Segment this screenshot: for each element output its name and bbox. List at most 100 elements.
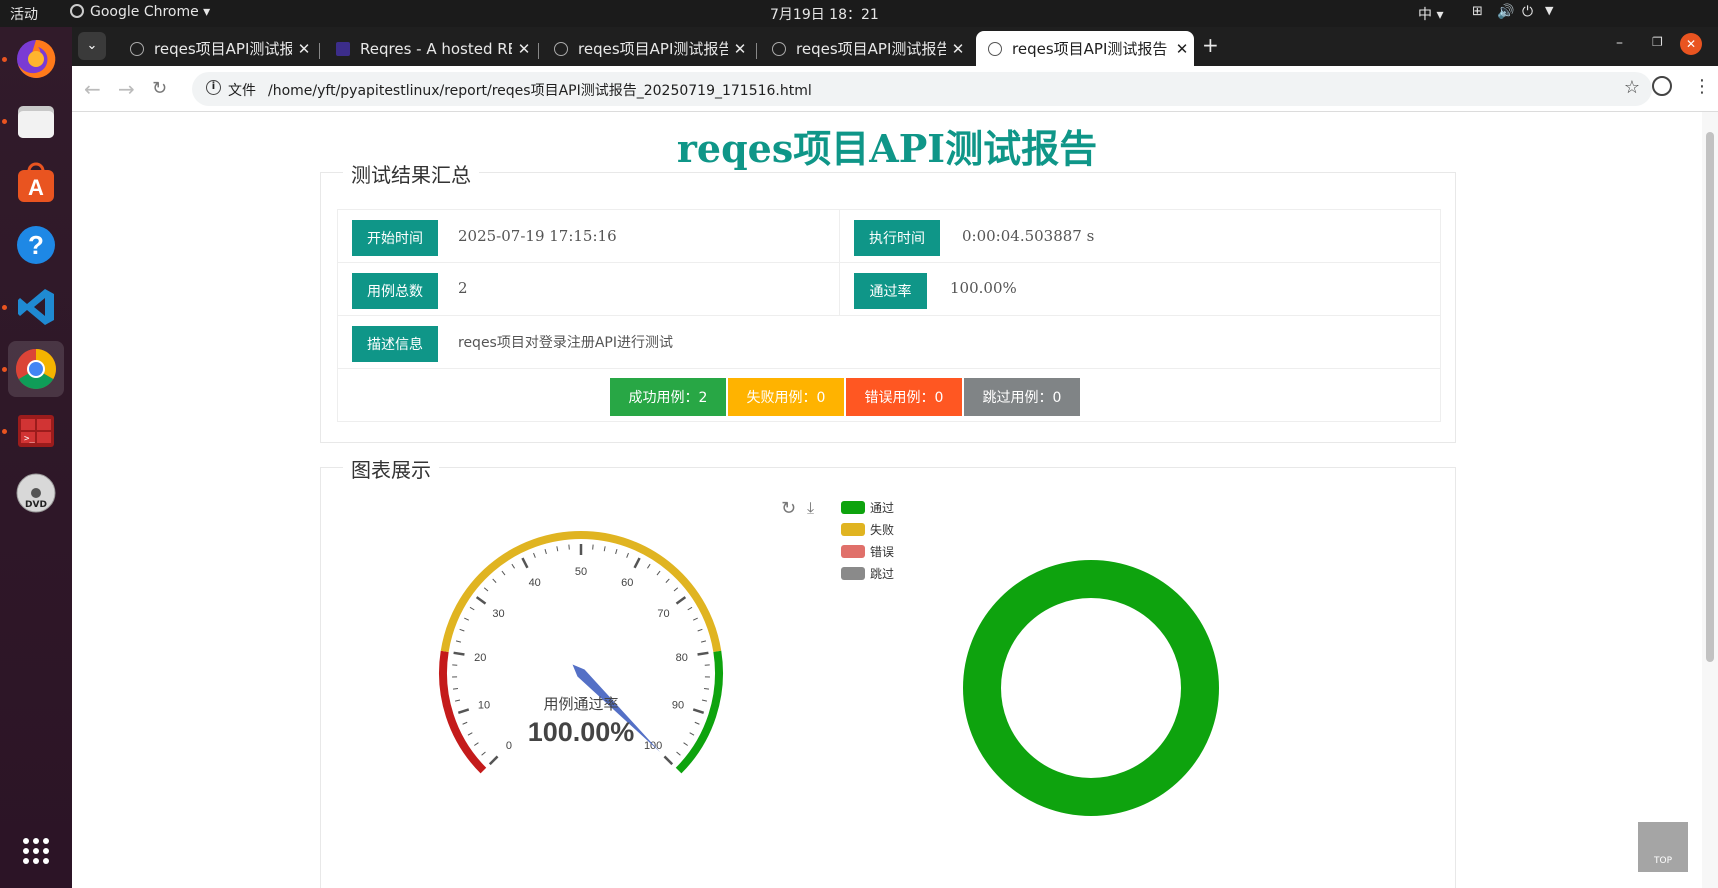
summary-row-totals: 用例总数 2 通过率 100.00% — [337, 262, 1441, 316]
network-icon[interactable]: ⊞ — [1472, 4, 1483, 19]
more-menu-icon[interactable]: ⋮ — [1693, 76, 1711, 97]
chrome-launcher[interactable] — [8, 341, 64, 397]
show-apps-button[interactable] — [8, 823, 64, 879]
pass-rate-cell: 通过率 100.00% — [840, 263, 1442, 315]
skipped-count-badge: 跳过用例：0 — [964, 378, 1080, 416]
gauge-tick-label: 60 — [621, 577, 633, 589]
gauge-minor-tick — [492, 578, 497, 583]
volume-icon[interactable]: 🔊 — [1497, 4, 1514, 20]
tab-search-button[interactable]: ⌄ — [78, 32, 106, 60]
tab-title: reqes项目API测试报告 — [578, 40, 728, 58]
input-method-indicator[interactable]: 中 ▾ — [1418, 4, 1443, 24]
charts-legend: 图表展示 — [343, 454, 439, 483]
legend-item-2[interactable]: 错误 — [841, 540, 894, 562]
tab-4[interactable]: reqes项目API测试报告 ✕ — [760, 31, 970, 66]
info-icon[interactable]: i — [206, 80, 221, 95]
gauge-major-tick — [675, 596, 687, 605]
total-value: 2 — [458, 279, 468, 297]
profile-icon[interactable] — [1652, 76, 1672, 96]
gauge-minor-tick — [462, 721, 468, 725]
gauge-major-tick — [488, 755, 499, 766]
chrome-small-icon — [70, 4, 84, 18]
minimize-icon[interactable]: – — [1616, 35, 1623, 51]
download-icon[interactable]: ⤓ — [807, 498, 814, 518]
chrome-icon — [16, 349, 56, 389]
forward-arrow-icon[interactable]: → — [118, 77, 135, 101]
tab-2[interactable]: Reqres - A hosted REST-API ready to resp… — [324, 31, 536, 66]
legend-swatch — [841, 500, 865, 514]
address-bar[interactable]: i 文件 /home/yft/pyapitestlinux/report/req… — [192, 72, 1652, 106]
apps-grid-icon — [23, 838, 49, 864]
chrome-running-dot — [2, 367, 7, 372]
legend-item-1[interactable]: 失败 — [841, 518, 894, 540]
gauge-minor-tick — [697, 628, 703, 632]
gauge-minor-tick — [483, 587, 489, 592]
system-menu-chevron-icon[interactable]: ▼ — [1545, 4, 1553, 17]
reqres-favicon-icon — [336, 41, 350, 56]
tab-separator — [538, 43, 539, 59]
svg-text:?: ? — [28, 230, 44, 260]
gauge-minor-tick — [656, 570, 661, 576]
tab-close-icon[interactable]: ✕ — [728, 40, 752, 58]
dock: A ? >_ DVD — [0, 27, 72, 888]
back-arrow-icon[interactable]: ← — [84, 77, 101, 101]
gauge-minor-tick — [481, 751, 486, 756]
passed-count-badge: 成功用例：2 — [610, 378, 726, 416]
help-launcher[interactable]: ? — [8, 217, 64, 273]
clock[interactable]: 7月19日 18：21 — [770, 4, 879, 24]
bookmark-star-icon[interactable]: ☆ — [1624, 77, 1640, 98]
vscode-launcher[interactable] — [8, 279, 64, 335]
back-to-top-button[interactable]: TOP — [1638, 822, 1688, 872]
url-text[interactable]: /home/yft/pyapitestlinux/report/reqes项目A… — [268, 80, 812, 100]
tab-close-icon[interactable]: ✕ — [292, 40, 316, 58]
page-scrollbar[interactable] — [1702, 112, 1718, 888]
tab-3[interactable]: reqes项目API测试报告 ✕ — [542, 31, 752, 66]
gauge-minor-tick — [700, 640, 707, 643]
legend-item-0[interactable]: 通过 — [841, 496, 894, 518]
app-center-launcher[interactable]: A — [8, 155, 64, 211]
scroll-thumb[interactable] — [1706, 132, 1714, 662]
new-tab-button[interactable]: + — [1202, 33, 1219, 57]
dvd-launcher[interactable]: DVD — [8, 465, 64, 521]
gauge-tick-label: 80 — [676, 652, 688, 664]
page-info-chip[interactable]: 文件 — [228, 80, 256, 100]
terminal-app-launcher[interactable]: >_ — [8, 403, 64, 459]
gauge-tick-label: 90 — [672, 700, 684, 712]
system-top-bar: 活动 Google Chrome ▾ 7月19日 18：21 中 ▾ ⊞ 🔊 ⏻… — [0, 0, 1718, 27]
duration-value: 0:00:04.503887 s — [962, 227, 1095, 245]
app-menu[interactable]: Google Chrome ▾ — [70, 4, 210, 20]
files-running-dot — [2, 119, 7, 124]
gauge-minor-tick — [464, 617, 470, 621]
legend-swatch — [841, 522, 865, 536]
summary-legend: 测试结果汇总 — [343, 159, 479, 188]
gauge-tick-label: 0 — [506, 740, 512, 752]
tab-strip: ⌄ reqes项目API测试报告✕ Reqres - A hosted REST… — [72, 27, 1718, 66]
gauge-minor-tick — [626, 552, 629, 558]
report-title: reqes项目API测试报告 — [676, 126, 1098, 171]
gauge-minor-tick — [694, 721, 700, 725]
tab-close-icon[interactable]: ✕ — [1170, 40, 1194, 58]
svg-text:DVD: DVD — [25, 500, 47, 510]
activities-button[interactable]: 活动 — [10, 4, 38, 24]
firefox-launcher[interactable] — [8, 31, 64, 87]
tab-title: reqes项目API测试报告 — [796, 40, 946, 58]
globe-icon — [130, 41, 144, 56]
gauge-minor-tick — [474, 742, 479, 746]
gauge-tick-label: 20 — [474, 652, 486, 664]
power-icon[interactable]: ⏻ — [1522, 4, 1533, 20]
tab-close-icon[interactable]: ✕ — [946, 40, 970, 58]
legend-item-3[interactable]: 跳过 — [841, 562, 894, 584]
gauge-minor-tick — [692, 617, 698, 621]
reload-icon[interactable]: ↻ — [152, 78, 167, 99]
tab-1[interactable]: reqes项目API测试报告✕ — [118, 31, 316, 66]
tab-title: Reqres - A hosted REST-API ready to resp… — [360, 39, 512, 58]
restore-icon[interactable]: ❐ — [1652, 35, 1663, 49]
gauge-minor-tick — [459, 628, 465, 632]
result-donut-chart — [963, 560, 1219, 816]
tab-5-active[interactable]: reqes项目API测试报告 ✕ — [976, 31, 1194, 66]
refresh-icon[interactable]: ↻ — [781, 498, 796, 519]
tab-close-icon[interactable]: ✕ — [512, 40, 536, 58]
close-window-icon[interactable]: ✕ — [1680, 33, 1702, 55]
files-launcher[interactable] — [8, 93, 64, 149]
duration-label: 执行时间 — [854, 220, 940, 256]
